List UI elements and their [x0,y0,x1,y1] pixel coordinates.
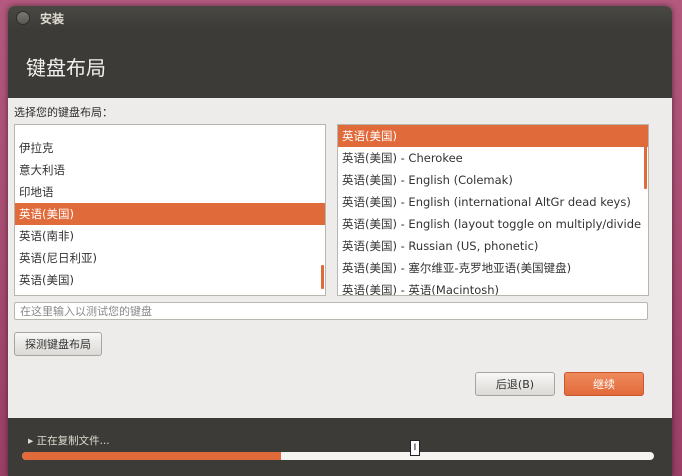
progress-footer: ▸ 正在复制文件... [8,418,672,476]
back-button[interactable]: 后退(B) [475,372,555,396]
page-title: 键盘布局 [26,56,106,80]
keyboard-variant-list[interactable]: 英语(美国) 英语(美国) - Cherokee 英语(美国) - English … [337,124,649,296]
scrollbar-thumb[interactable] [321,265,324,289]
progress-status: ▸ 正在复制文件... [28,435,110,447]
list-item[interactable]: 英语(美国) [338,125,648,147]
page-header: 键盘布局 [8,30,672,98]
list-item[interactable]: 英语(美国) - Russian (US, phonetic) [338,235,648,257]
list-item[interactable]: 英语(美国) - English (international AltGr de… [338,191,648,213]
layout-prompt: 选择您的键盘布局： [14,106,113,119]
list-item[interactable] [15,125,325,137]
close-window-button[interactable] [16,11,30,25]
list-item[interactable]: 英语(美国) - English (layout toggle on multi… [338,213,648,235]
list-item[interactable]: 英语(美国) [15,269,325,291]
titlebar: 安装 [8,6,672,30]
scrollbar-thumb[interactable] [644,135,647,189]
list-item[interactable]: 意大利语 [15,159,325,181]
progress-fill [22,452,282,460]
progress-bar [22,452,654,460]
detect-layout-button[interactable]: 探测键盘布局 [14,332,102,356]
list-item[interactable]: 英语(美国) - 英语(Macintosh) [338,279,648,295]
keyboard-test-input[interactable]: 在这里输入以测试您的键盘 [14,302,648,320]
list-item[interactable]: 英语(美国) - English (Colemak) [338,169,648,191]
list-item[interactable]: 英语(美国) [15,203,325,225]
list-item[interactable]: 印地语 [15,181,325,203]
continue-button[interactable]: 继续 [564,372,644,396]
keyboard-layout-list[interactable]: 伊拉克 意大利语 印地语 英语(美国) 英语(南非) 英语(尼日利亚) 英语(美国) [14,124,326,296]
mouse-cursor-icon: I [410,440,420,456]
list-item[interactable]: 英语(尼日利亚) [15,247,325,269]
window-title: 安装 [40,12,65,26]
list-item[interactable]: 英语(美国) - 塞尔维亚-克罗地亚语(美国键盘) [338,257,648,279]
list-item[interactable]: 英语(南非) [15,225,325,247]
list-item[interactable]: 英语(美国) - Cherokee [338,147,648,169]
list-item[interactable]: 伊拉克 [15,137,325,159]
